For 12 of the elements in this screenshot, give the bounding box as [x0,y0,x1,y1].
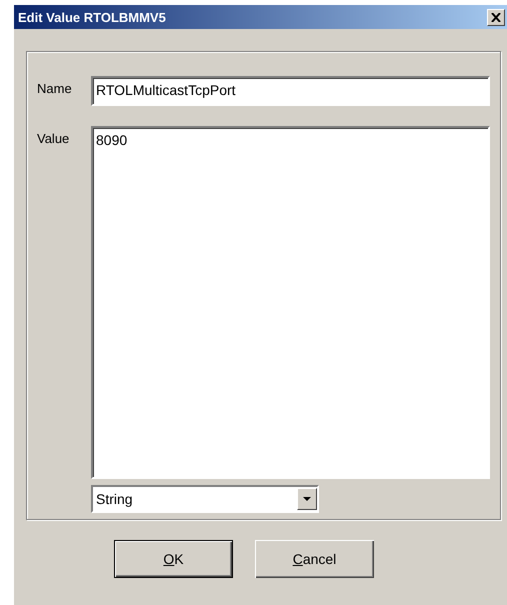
value-label: Value [37,130,70,146]
cancel-button[interactable]: Cancel [255,540,374,578]
name-label: Name [37,80,73,96]
close-icon [491,12,501,22]
ok-button[interactable]: OK [114,540,233,578]
name-field[interactable]: RTOLMulticastTcpPort [91,76,490,106]
caret-icon [303,497,311,501]
value-field[interactable]: 8090 [91,126,490,479]
window-title: Edit Value RTOLBMMV5 [18,10,166,24]
type-dropdown[interactable]: String [91,485,319,513]
dropdown-button[interactable] [297,488,317,510]
close-button[interactable] [487,8,505,26]
